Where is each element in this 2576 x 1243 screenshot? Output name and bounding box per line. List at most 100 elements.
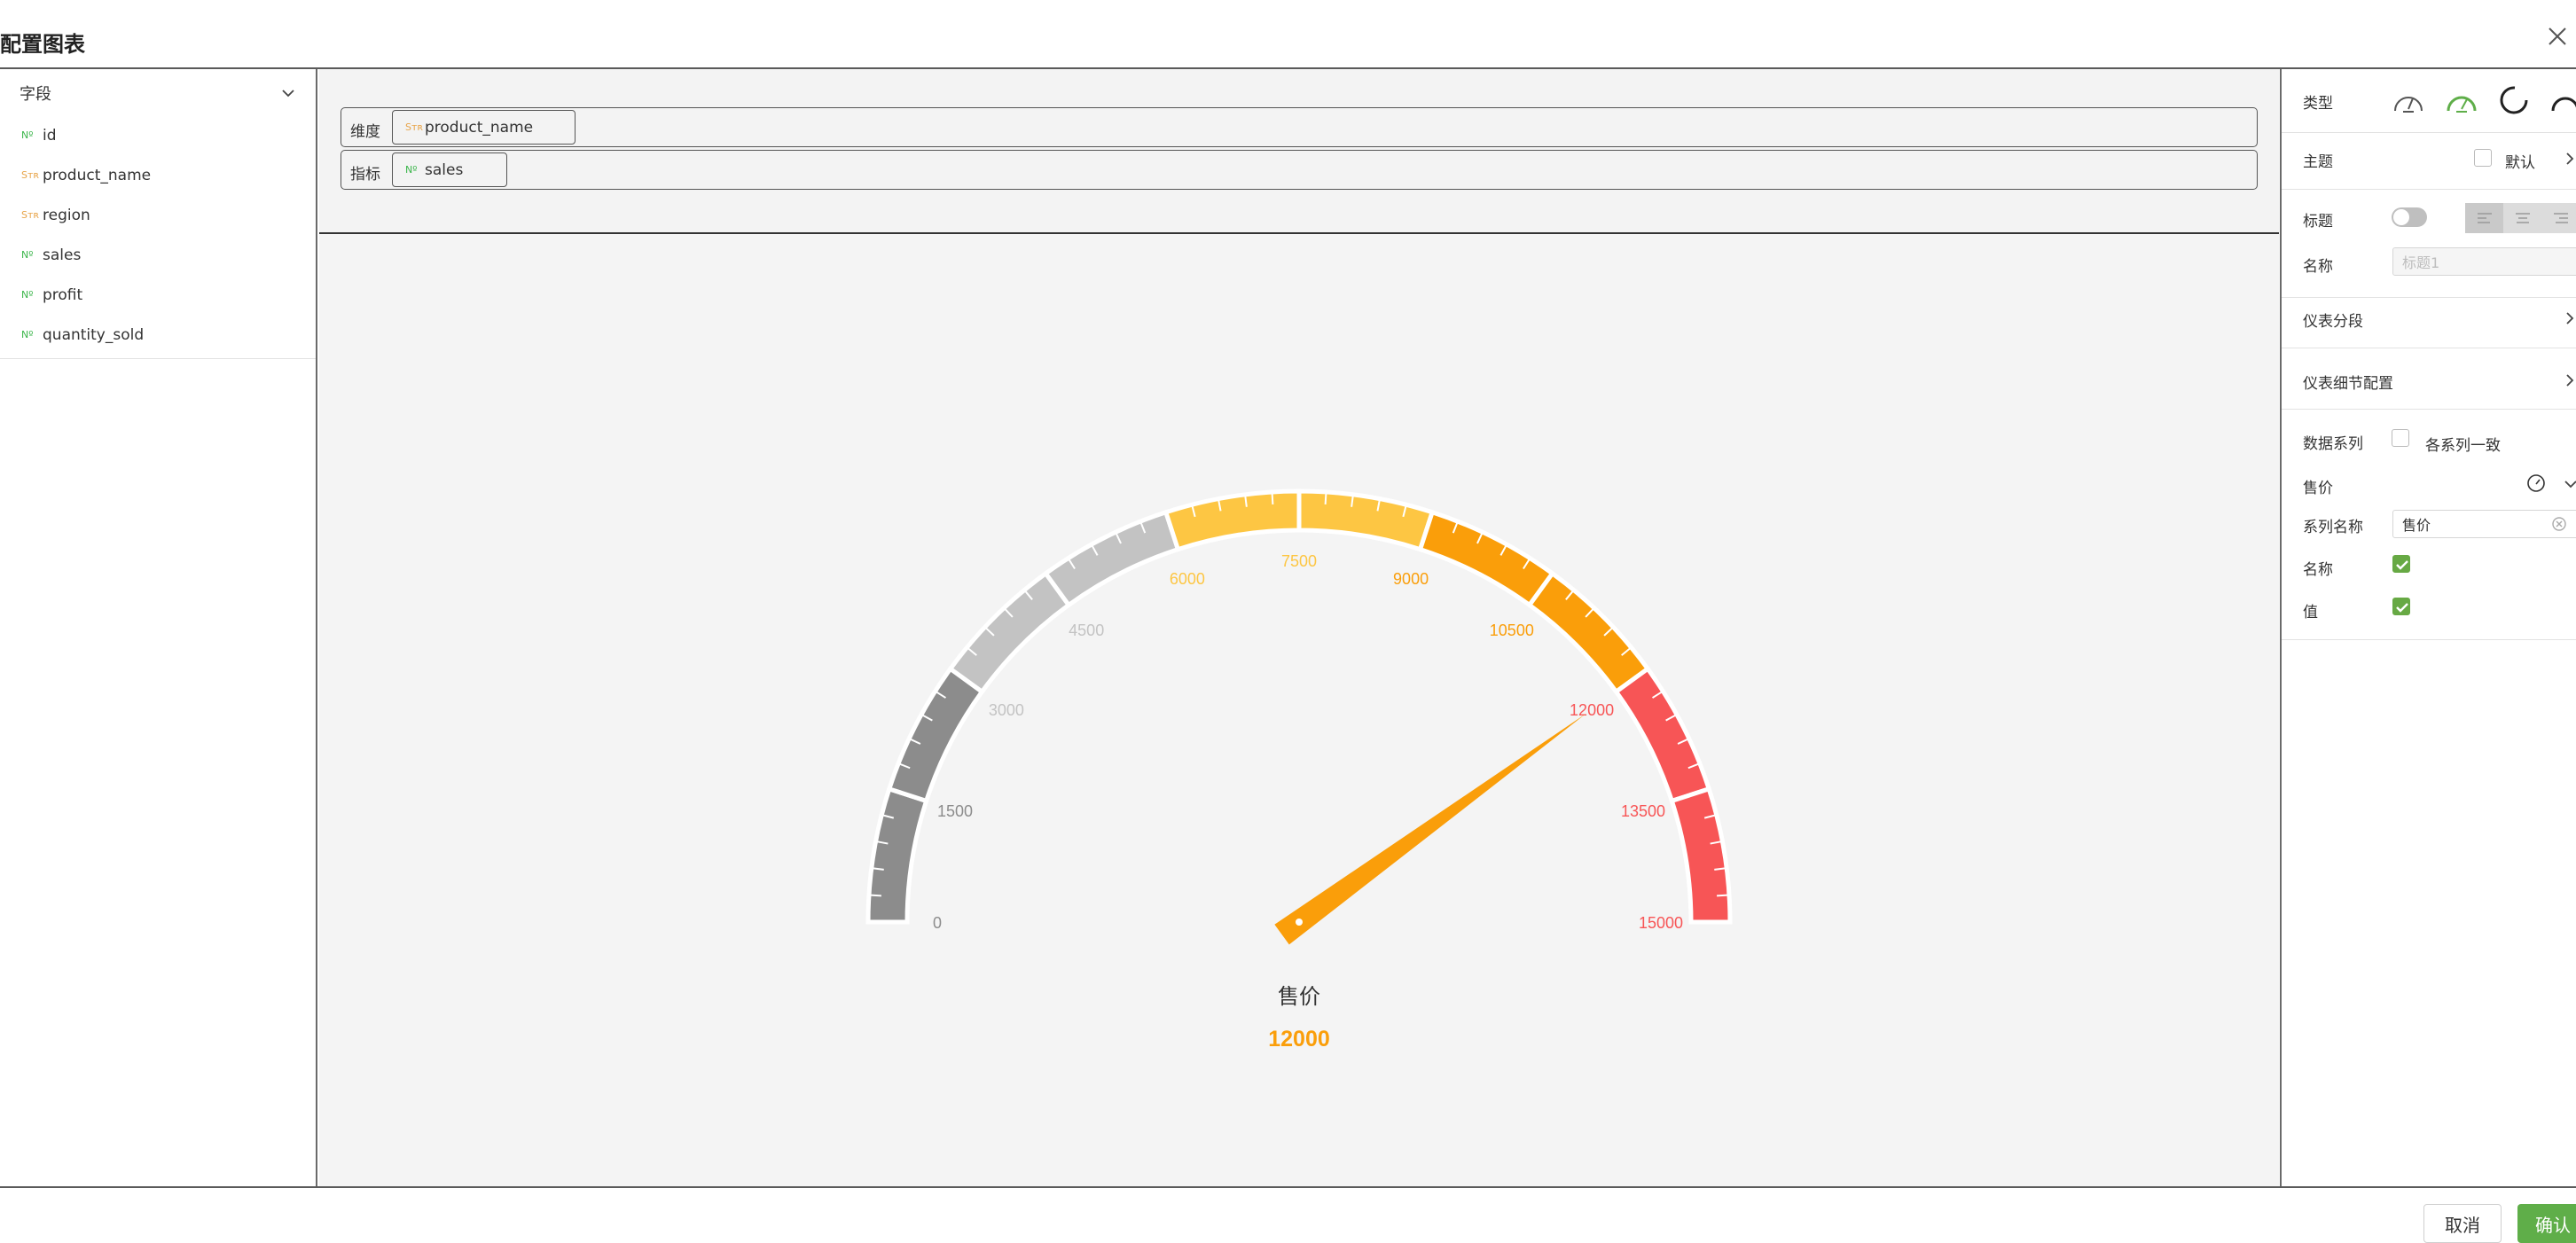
theme-label: 主题 (2303, 153, 2333, 171)
gauge-minor-tick (870, 894, 881, 897)
field-item-profit[interactable]: Nº profit (21, 275, 151, 315)
show-name-checkbox[interactable] (2392, 555, 2410, 573)
gauge-tick-label: 3000 (989, 701, 1024, 719)
gauge-tick-label: 7500 (1281, 552, 1317, 570)
confirm-button[interactable]: 确认 (2517, 1204, 2576, 1243)
gauge-minor-tick (1717, 894, 1728, 897)
fields-panel: 字段 Nº id Sᴛʀ product_name Sᴛʀ region Nº sales Nº… (0, 69, 317, 1186)
title-name-input[interactable]: 标题1 (2392, 247, 2576, 276)
chevron-right-icon[interactable] (2564, 309, 2576, 328)
gauge-series-name: 售价 (1278, 985, 1320, 1009)
string-type-icon: Sᴛʀ (21, 209, 40, 221)
number-type-icon: Nº (21, 249, 34, 261)
settings-panel: 类型 主题 默认 标题 名称 标题1 仪表分段 仪表细节配置 数据系列 各系列一… (2280, 69, 2576, 1186)
field-name: product_name (43, 166, 152, 184)
gauge-segment-3-1 (1526, 570, 1651, 695)
dimension-field-name: product_name (425, 118, 534, 137)
title-label: 标题 (2303, 213, 2333, 231)
series-name-input[interactable]: 售价 (2392, 510, 2576, 538)
dimension-label: 维度 (350, 123, 380, 141)
chevron-right-icon[interactable] (2564, 371, 2576, 390)
number-type-icon: Nº (21, 329, 34, 340)
gauge-tick-label: 10500 (1490, 622, 1534, 639)
series-name-value: 售价 (2402, 517, 2431, 534)
gauge-segment-1-1 (1042, 509, 1181, 608)
dimension-row[interactable]: 维度 Sᴛʀ product_name (341, 107, 2258, 147)
gauge-tick-label: 13500 (1621, 802, 1665, 820)
field-item-quantity-sold[interactable]: Nº quantity_sold (21, 315, 151, 355)
gauge-tick-label: 12000 (1570, 701, 1614, 719)
align-right-icon[interactable] (2541, 203, 2576, 233)
divider (2282, 189, 2576, 190)
title-align-group (2465, 203, 2576, 233)
align-left-icon[interactable] (2465, 203, 2503, 233)
gauge-segment-4-1 (1669, 786, 1733, 925)
metric-field-name: sales (425, 160, 464, 179)
gauge-segment-0-0 (865, 786, 929, 925)
field-item-product-name[interactable]: Sᴛʀ product_name (21, 155, 151, 195)
gauge-segments-label[interactable]: 仪表分段 (2303, 309, 2363, 331)
gauge-segment-4-0 (1613, 665, 1712, 804)
field-name: region (43, 206, 90, 224)
theme-default-checkbox[interactable] (2474, 149, 2492, 167)
metric-label: 指标 (350, 166, 380, 184)
ring-type-icon[interactable] (2497, 84, 2533, 116)
check-icon (2396, 560, 2408, 570)
number-type-icon: Nº (21, 289, 34, 301)
gauge-segment-2-1 (1296, 489, 1436, 552)
chevron-down-icon[interactable] (280, 85, 296, 101)
metric-field-pill[interactable]: Nº sales (392, 152, 507, 187)
field-item-region[interactable]: Sᴛʀ region (21, 195, 151, 235)
gauge-tick-label: 1500 (937, 802, 973, 820)
arc-type-icon[interactable] (2548, 84, 2576, 116)
gauge-tick-label: 9000 (1393, 570, 1429, 588)
type-label: 类型 (2303, 95, 2333, 113)
same-series-label: 各系列一致 (2425, 437, 2501, 455)
align-center-icon[interactable] (2503, 203, 2541, 233)
string-type-icon: Sᴛʀ (21, 169, 40, 181)
show-name-label: 名称 (2303, 561, 2333, 579)
same-series-checkbox[interactable] (2392, 429, 2409, 447)
field-item-id[interactable]: Nº id (21, 115, 151, 155)
field-name: profit (43, 285, 83, 304)
chart-editor: 维度 Sᴛʀ product_name 指标 Nº sales 0 1500 300… (319, 69, 2279, 1186)
gauge-segment-1-0 (947, 570, 1072, 695)
show-value-checkbox[interactable] (2392, 598, 2410, 615)
gauge-segment-2-0 (1163, 489, 1302, 552)
field-dropzone: 维度 Sᴛʀ product_name 指标 Nº sales (319, 69, 2279, 234)
gauge-detail-label[interactable]: 仪表细节配置 (2303, 371, 2393, 393)
series-item-label: 售价 (2303, 480, 2333, 497)
gauge-minor-tick (1271, 493, 1274, 504)
field-name: sales (43, 246, 82, 264)
chevron-right-icon[interactable] (2564, 149, 2576, 168)
field-item-sales[interactable]: Nº sales (21, 235, 151, 275)
divider (2282, 409, 2576, 410)
footer-divider (0, 1186, 2576, 1188)
gauge-series-icon[interactable] (2525, 473, 2547, 493)
divider (2282, 297, 2576, 298)
gauge-type-icon[interactable] (2391, 84, 2426, 116)
gauge-segment-0-1 (886, 665, 985, 804)
show-value-label: 值 (2303, 604, 2318, 622)
metric-row[interactable]: 指标 Nº sales (341, 150, 2258, 190)
cancel-button[interactable]: 取消 (2423, 1204, 2502, 1243)
check-icon (2396, 603, 2408, 613)
clear-icon[interactable] (2551, 516, 2567, 532)
segmented-gauge-type-icon[interactable] (2444, 84, 2479, 116)
string-type-icon: Sᴛʀ (405, 121, 424, 133)
divider (2282, 132, 2576, 133)
dimension-field-pill[interactable]: Sᴛʀ product_name (392, 110, 575, 145)
dialog-title: 配置图表 (0, 32, 85, 57)
series-name-label: 系列名称 (2303, 519, 2363, 536)
theme-default-label: 默认 (2505, 154, 2535, 172)
title-toggle[interactable] (2392, 207, 2427, 227)
gauge-chart: 0 1500 3000 4500 6000 7500 9000 10500 12000 13500… (865, 489, 1733, 1051)
chevron-down-icon[interactable] (2564, 477, 2576, 491)
data-series-label: 数据系列 (2303, 435, 2363, 453)
gauge-minor-tick (1324, 493, 1327, 504)
name-label: 名称 (2303, 258, 2333, 276)
gauge-tick-label: 4500 (1069, 622, 1104, 639)
divider (2282, 639, 2576, 640)
gauge-value-label: 12000 (1268, 1027, 1330, 1051)
close-icon[interactable] (2542, 21, 2572, 51)
